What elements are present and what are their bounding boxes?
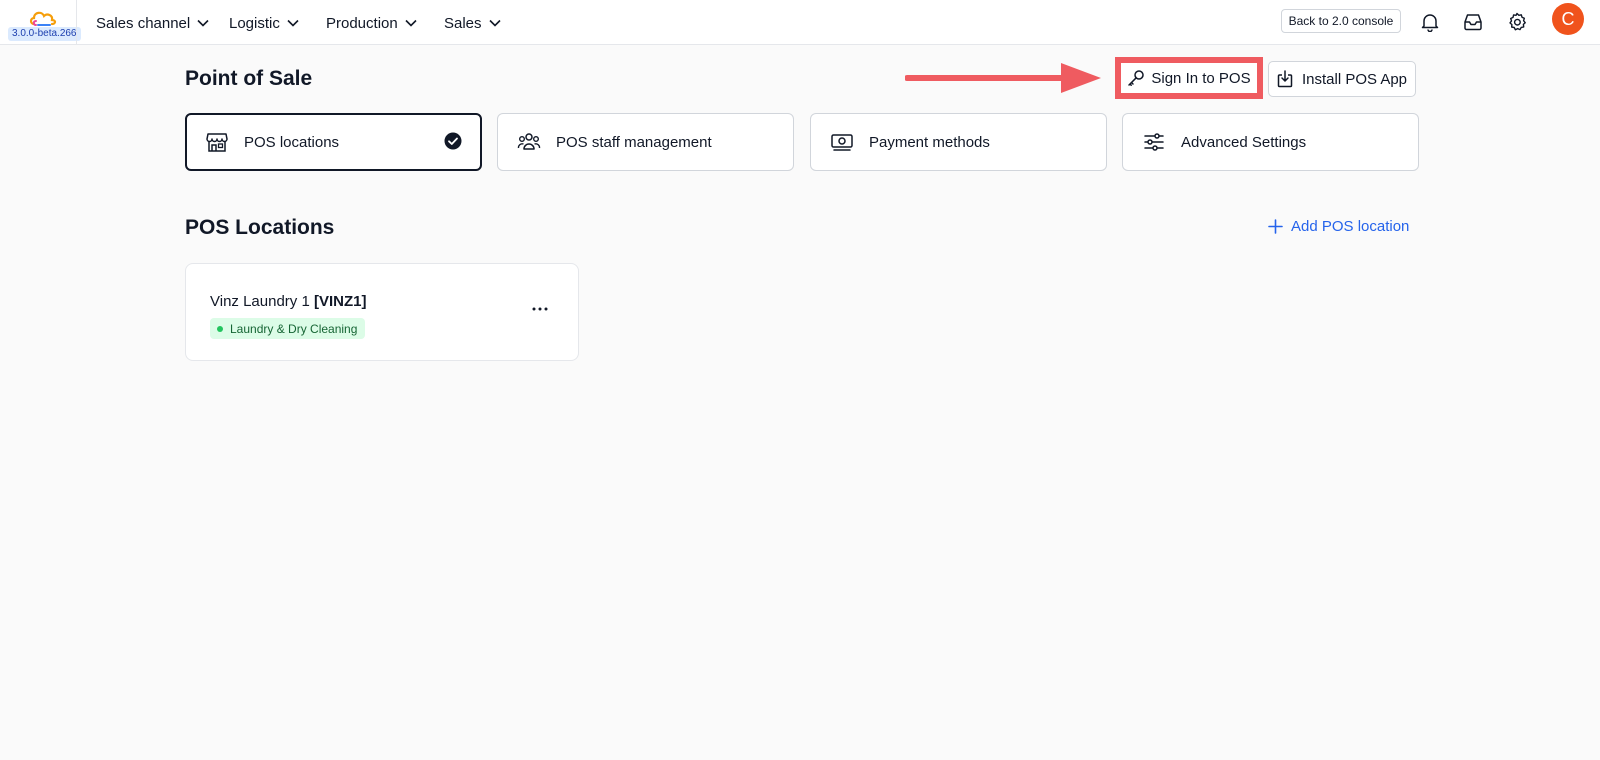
gear-icon <box>1509 12 1526 31</box>
page-title: Point of Sale <box>185 67 313 90</box>
tab-label: POS locations <box>244 133 340 151</box>
bell-icon <box>1421 14 1439 32</box>
sign-in-label: Sign In to POS <box>1151 69 1251 87</box>
nav-logistic[interactable]: Logistic <box>229 12 299 34</box>
tab-label: Payment methods <box>869 133 990 151</box>
key-icon <box>1128 70 1145 86</box>
download-icon <box>1277 70 1293 88</box>
install-label: Install POS App <box>1301 70 1408 88</box>
sign-in-to-pos-button[interactable]: Sign In to POS <box>1121 63 1257 93</box>
sliders-icon <box>1141 129 1167 155</box>
money-icon <box>829 129 855 155</box>
inbox-icon <box>1464 14 1482 31</box>
back-to-console-button[interactable]: Back to 2.0 console <box>1281 9 1401 33</box>
more-horizontal-icon <box>532 307 548 311</box>
nav-divider <box>76 0 77 45</box>
location-more-button[interactable] <box>529 301 551 317</box>
cloud-logo-icon <box>29 11 57 26</box>
nav-label: Sales channel <box>96 14 191 32</box>
add-pos-location-button[interactable]: Add POS location <box>1268 218 1409 235</box>
annotation-arrow-icon <box>905 63 1101 93</box>
user-avatar[interactable]: C <box>1552 3 1584 35</box>
status-dot-icon <box>217 325 223 332</box>
settings-button[interactable] <box>1506 11 1528 33</box>
location-name: Vinz Laundry 1 [VINZ1] <box>210 293 366 310</box>
plus-icon <box>1268 219 1283 234</box>
chevron-down-icon <box>488 19 501 27</box>
nav-sales[interactable]: Sales <box>444 12 501 34</box>
check-circle-icon <box>444 132 462 150</box>
tab-label: Advanced Settings <box>1181 133 1307 151</box>
users-icon <box>516 129 542 155</box>
nav-label: Production <box>326 14 398 32</box>
chevron-down-icon <box>405 19 417 27</box>
tab-payment-methods[interactable]: Payment methods <box>810 113 1107 171</box>
chevron-down-icon <box>197 19 209 27</box>
location-code: [VINZ1] <box>313 293 367 310</box>
install-pos-app-button[interactable]: Install POS App <box>1268 61 1416 97</box>
app-logo[interactable]: 3.0.0-beta.266 <box>4 6 81 42</box>
section-title: POS Locations <box>185 216 335 239</box>
category-label: Laundry & Dry Cleaning <box>230 321 358 336</box>
chevron-down-icon <box>287 19 299 27</box>
location-title: Vinz Laundry 1 <box>210 293 314 310</box>
tab-label: POS staff management <box>556 133 712 151</box>
nav-sales-channel[interactable]: Sales channel <box>96 12 209 34</box>
nav-label: Logistic <box>229 14 280 32</box>
tab-advanced-settings[interactable]: Advanced Settings <box>1122 113 1419 171</box>
tab-pos-locations[interactable]: POS locations <box>185 113 482 171</box>
notifications-button[interactable] <box>1419 11 1441 33</box>
top-navigation-bar: 3.0.0-beta.266 Sales channel Logistic Pr… <box>0 0 1600 45</box>
pos-location-card[interactable]: Vinz Laundry 1 [VINZ1] Laundry & Dry Cle… <box>185 263 579 361</box>
nav-label: Sales <box>444 14 482 32</box>
tab-pos-staff-management[interactable]: POS staff management <box>497 113 794 171</box>
nav-production[interactable]: Production <box>326 12 417 34</box>
add-location-label: Add POS location <box>1291 218 1410 235</box>
version-badge: 3.0.0-beta.266 <box>8 27 81 41</box>
inbox-button[interactable] <box>1462 11 1484 33</box>
store-icon <box>204 129 230 155</box>
category-badge: Laundry & Dry Cleaning <box>210 318 366 339</box>
